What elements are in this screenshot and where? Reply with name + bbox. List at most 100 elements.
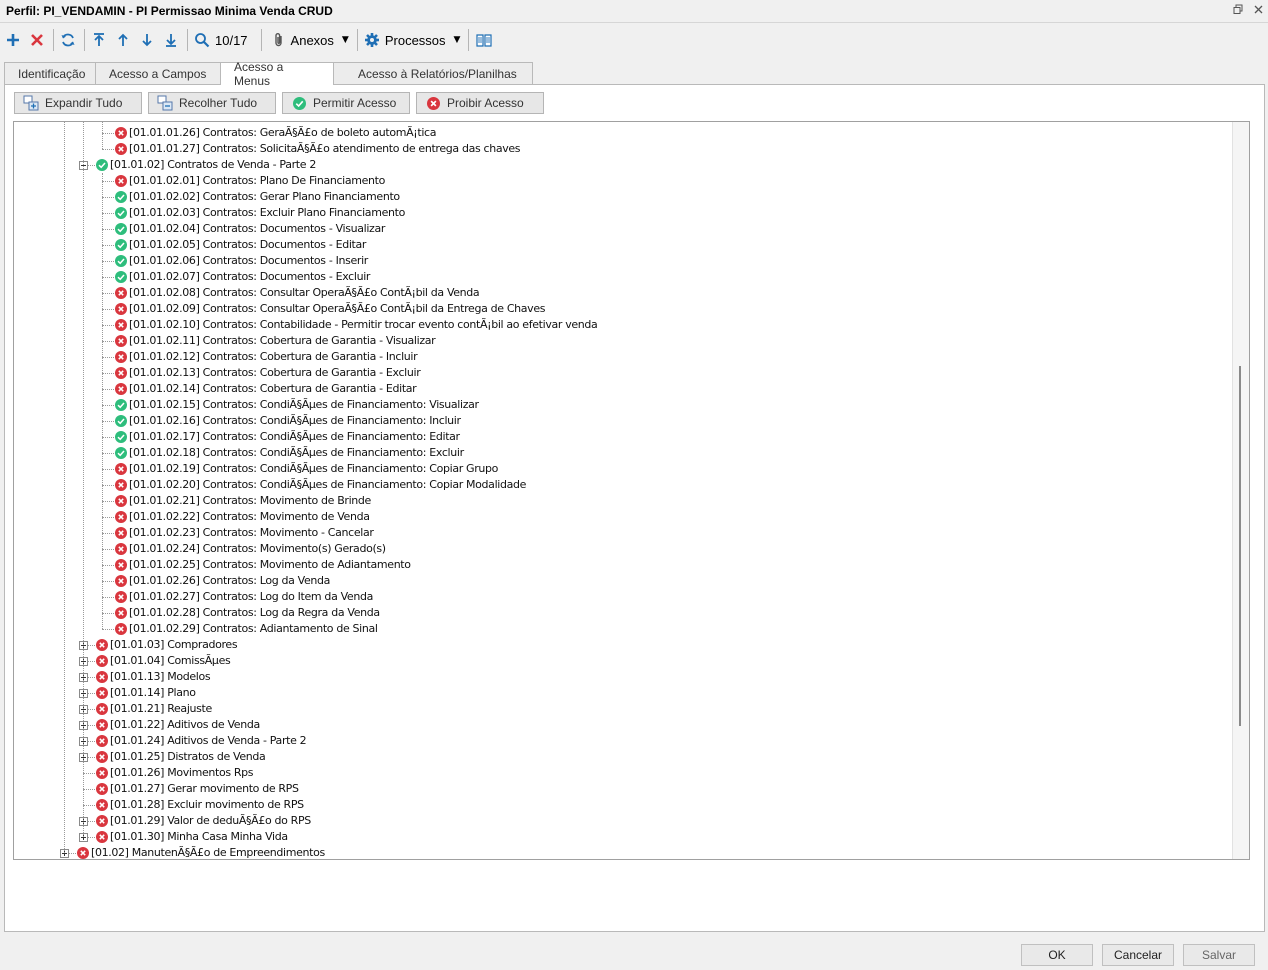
denied-status-icon[interactable] [96,767,108,779]
tree-node[interactable]: [01.01.02.23] Contratos: Movimento - Can… [14,525,1234,541]
tree-node[interactable]: [01.01.02.05] Contratos: Documentos - Ed… [14,237,1234,253]
restore-icon[interactable] [1228,4,1248,18]
tree-node[interactable]: [01.01.03] Compradores [14,637,1234,653]
denied-status-icon[interactable] [115,463,127,475]
denied-status-icon[interactable] [96,831,108,843]
tree-node[interactable]: [01.01.02.15] Contratos: CondiÃ§Ãµes de … [14,397,1234,413]
denied-status-icon[interactable] [115,287,127,299]
expand-all-button[interactable]: Expandir Tudo [14,92,142,114]
denied-status-icon[interactable] [96,783,108,795]
tree-node[interactable]: [01.01.02.27] Contratos: Log do Item da … [14,589,1234,605]
denied-status-icon[interactable] [115,351,127,363]
ok-button[interactable]: OK [1021,944,1093,966]
allowed-status-icon[interactable] [115,415,127,427]
tree-node[interactable]: [01.01.14] Plano [14,685,1234,701]
denied-status-icon[interactable] [115,543,127,555]
denied-status-icon[interactable] [115,143,127,155]
denied-status-icon[interactable] [115,591,127,603]
tree-node[interactable]: [01.01.13] Modelos [14,669,1234,685]
attachments-dropdown[interactable]: Anexos ▼ [269,28,352,52]
tree-node[interactable]: [01.01.04] ComissÃµes [14,653,1234,669]
denied-status-icon[interactable] [115,335,127,347]
allowed-status-icon[interactable] [115,223,127,235]
denied-status-icon[interactable] [96,815,108,827]
collapse-all-button[interactable]: Recolher Tudo [148,92,276,114]
tree-node[interactable]: [01.01.02.24] Contratos: Movimento(s) Ge… [14,541,1234,557]
denied-status-icon[interactable] [115,479,127,491]
help-button[interactable] [472,28,496,52]
tree-node[interactable]: [01.01.02.28] Contratos: Log da Regra da… [14,605,1234,621]
deny-access-button[interactable]: Proibir Acesso [416,92,544,114]
tree-node[interactable]: [01.01.02.02] Contratos: Gerar Plano Fin… [14,189,1234,205]
tree-node[interactable]: [01.01.02.17] Contratos: CondiÃ§Ãµes de … [14,429,1234,445]
allowed-status-icon[interactable] [115,239,127,251]
allowed-status-icon[interactable] [115,191,127,203]
allowed-status-icon[interactable] [115,271,127,283]
allowed-status-icon[interactable] [96,159,108,171]
tree-node[interactable]: [01.01.02.01] Contratos: Plano De Financ… [14,173,1234,189]
delete-button[interactable] [26,28,48,52]
tree-node[interactable]: [01.01.22] Aditivos de Venda [14,717,1234,733]
denied-status-icon[interactable] [115,127,127,139]
denied-status-icon[interactable] [115,367,127,379]
tree-node[interactable]: [01.01.02.04] Contratos: Documentos - Vi… [14,221,1234,237]
cancel-button[interactable]: Cancelar [1102,944,1174,966]
tree-node[interactable]: [01.01.02.12] Contratos: Cobertura de Ga… [14,349,1234,365]
tree-node[interactable]: [01.01.02.09] Contratos: Consultar Opera… [14,301,1234,317]
tab-identificacao[interactable]: Identificação [4,62,96,84]
tree-node[interactable]: [01.01.30] Minha Casa Minha Vida [14,829,1234,845]
denied-status-icon[interactable] [115,495,127,507]
tree-node[interactable]: [01.01.02.07] Contratos: Documentos - Ex… [14,269,1234,285]
tree-node[interactable]: [01.01.27] Gerar movimento de RPS [14,781,1234,797]
tree-node[interactable]: [01.01.02.22] Contratos: Movimento de Ve… [14,509,1234,525]
tree-node[interactable]: [01.01.24] Aditivos de Venda - Parte 2 [14,733,1234,749]
denied-status-icon[interactable] [115,575,127,587]
tab-acesso-menus[interactable]: Acesso a Menus [220,60,334,88]
close-icon[interactable] [1248,4,1268,18]
denied-status-icon[interactable] [96,655,108,667]
allow-access-button[interactable]: Permitir Acesso [282,92,410,114]
tab-acesso-relatorios[interactable]: Acesso à Relatórios/Planilhas [333,62,533,84]
allowed-status-icon[interactable] [115,207,127,219]
tree-node[interactable]: [01.01.02.19] Contratos: CondiÃ§Ãµes de … [14,461,1234,477]
denied-status-icon[interactable] [96,719,108,731]
allowed-status-icon[interactable] [115,399,127,411]
tree-node[interactable]: [01.01.02.29] Contratos: Adiantamento de… [14,621,1234,637]
search-button[interactable]: 10/17 [191,28,251,52]
first-record-button[interactable] [88,28,110,52]
tree-node[interactable]: [01.01.02.08] Contratos: Consultar Opera… [14,285,1234,301]
allowed-status-icon[interactable] [115,447,127,459]
denied-status-icon[interactable] [96,703,108,715]
tree-node[interactable]: [01.01.02.13] Contratos: Cobertura de Ga… [14,365,1234,381]
tree-node[interactable]: [01.01.21] Reajuste [14,701,1234,717]
allowed-status-icon[interactable] [115,255,127,267]
vertical-scrollbar[interactable] [1232,122,1249,859]
tree-node[interactable]: [01.01.02.25] Contratos: Movimento de Ad… [14,557,1234,573]
tree-node[interactable]: [01.02] ManutenÃ§Ã£o de Empreendimentos [14,845,1234,859]
tree-node[interactable]: [01.01.02] Contratos de Venda - Parte 2 [14,157,1234,173]
processes-dropdown[interactable]: Processos ▼ [361,28,464,52]
denied-status-icon[interactable] [96,687,108,699]
last-record-button[interactable] [160,28,182,52]
tree-node[interactable]: [01.01.01.27] Contratos: SolicitaÃ§Ã£o a… [14,141,1234,157]
denied-status-icon[interactable] [96,799,108,811]
next-record-button[interactable] [136,28,158,52]
denied-status-icon[interactable] [96,639,108,651]
tree-node[interactable]: [01.01.26] Movimentos Rps [14,765,1234,781]
tree-node[interactable]: [01.01.02.18] Contratos: CondiÃ§Ãµes de … [14,445,1234,461]
denied-status-icon[interactable] [115,383,127,395]
denied-status-icon[interactable] [96,751,108,763]
refresh-button[interactable] [57,28,79,52]
tree-node[interactable]: [01.01.02.10] Contratos: Contabilidade -… [14,317,1234,333]
denied-status-icon[interactable] [115,623,127,635]
tree-node[interactable]: [01.01.28] Excluir movimento de RPS [14,797,1234,813]
denied-status-icon[interactable] [115,559,127,571]
tree-node[interactable]: [01.01.02.16] Contratos: CondiÃ§Ãµes de … [14,413,1234,429]
denied-status-icon[interactable] [115,527,127,539]
allowed-status-icon[interactable] [115,431,127,443]
denied-status-icon[interactable] [77,847,89,859]
tree-node[interactable]: [01.01.02.06] Contratos: Documentos - In… [14,253,1234,269]
tree-node[interactable]: [01.01.02.03] Contratos: Excluir Plano F… [14,205,1234,221]
save-button[interactable]: Salvar [1183,944,1255,966]
denied-status-icon[interactable] [96,671,108,683]
